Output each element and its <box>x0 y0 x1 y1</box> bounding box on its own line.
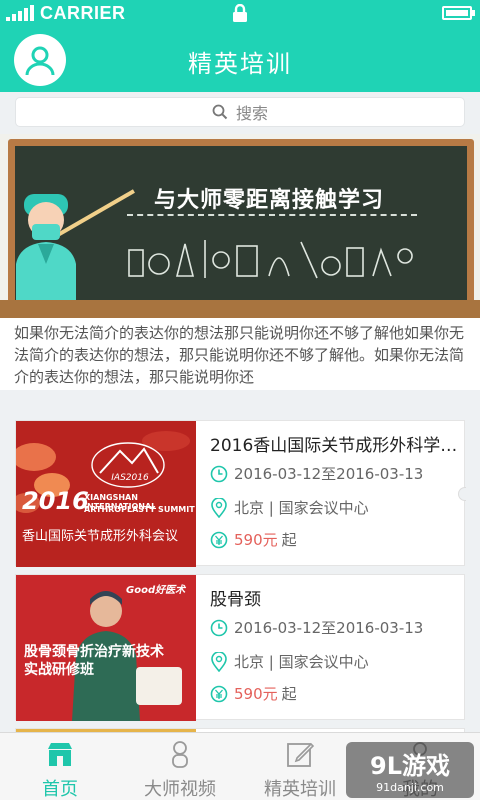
clock-icon <box>210 619 228 636</box>
thumb-badge: IAS2016 <box>111 473 149 483</box>
course-title: 2016香山国际关节成形外科学术研讨会 <box>210 436 460 456</box>
thumb-line2: 实战研修班 <box>24 662 94 678</box>
course-date-row: 2016-03-12至2016-03-13 <box>210 617 423 638</box>
intro-text: 如果你无法简介的表达你的想法那只能说明你还不够了解他如果你无法简介的表达你的想法… <box>0 318 480 390</box>
edit-icon <box>287 742 315 767</box>
course-title: 股骨颈 <box>210 590 261 610</box>
promo-banner[interactable]: 与大师零距离接触学习 <box>0 134 480 318</box>
thumb-chinese: 香山国际关节成形外科会议 <box>22 529 179 544</box>
course-date: 2016-03-12至2016-03-13 <box>234 619 424 637</box>
course-date-row: 2016-03-12至2016-03-13 <box>210 463 423 484</box>
course-price-row: 590元 起 <box>210 529 297 550</box>
site-watermark: 9L游戏 91danji.com <box>346 742 474 798</box>
person-icon <box>172 741 188 768</box>
watermark-brand: 9L游戏 <box>370 752 450 780</box>
course-thumbnail: Good好医术 股骨颈骨折治疗新技术 实战研修班 <box>16 575 196 721</box>
lab-tools-sketch <box>128 240 413 279</box>
course-location-row: 北京 | 国家会议中心 <box>210 651 369 672</box>
yen-icon <box>210 685 228 702</box>
banner-headline: 与大师零距离接触学习 <box>153 188 384 213</box>
lock-icon <box>233 4 247 22</box>
course-thumbnail: IAS2016 2016 XIANGSHAN INTERNATIONAL ART… <box>16 421 196 567</box>
doctor-illustration <box>16 194 76 316</box>
search-bar: 搜索 <box>0 92 480 134</box>
tab-elite-training[interactable]: 精英培训 <box>240 733 360 800</box>
tab-master-videos-label: 大师视频 <box>144 779 216 800</box>
course-date: 2016-03-12至2016-03-13 <box>234 465 424 483</box>
course-price-row: 590元 起 <box>210 683 297 704</box>
clock-icon <box>210 465 228 482</box>
search-icon <box>212 104 228 120</box>
course-location: 北京 | 国家会议中心 <box>234 499 369 517</box>
carrier-label: CARRIER <box>40 2 126 23</box>
app-header: 精英培训 <box>0 26 480 92</box>
tab-home[interactable]: 首页 <box>0 733 120 800</box>
tab-master-videos[interactable]: 大师视频 <box>120 733 240 800</box>
course-card[interactable]: Good好医术 股骨颈骨折治疗新技术 实战研修班 股骨颈 2016-03-12至… <box>15 574 465 721</box>
location-pin-icon <box>211 651 227 672</box>
signal-icon <box>6 5 34 21</box>
page-title: 精英培训 <box>188 50 292 78</box>
battery-icon <box>442 6 475 20</box>
course-card[interactable]: IAS2016 2016 XIANGSHAN INTERNATIONAL ART… <box>15 420 466 567</box>
price-suffix: 起 <box>281 531 297 549</box>
home-icon <box>48 743 72 766</box>
tab-home-label: 首页 <box>42 779 78 800</box>
yen-icon <box>210 531 228 548</box>
status-bar: CARRIER <box>0 0 480 26</box>
card-notch <box>458 487 466 501</box>
thumb-line1: 股骨颈骨折治疗新技术 <box>24 644 164 660</box>
course-location-row: 北京 | 国家会议中心 <box>210 497 369 518</box>
watermark-site: 91danji.com <box>376 781 444 794</box>
chalk-line <box>127 214 417 216</box>
thumb-english-line2: ARTHROPLASTY SUMMIT <box>84 505 195 514</box>
course-price: 590元 <box>234 531 278 549</box>
price-suffix: 起 <box>281 685 297 703</box>
location-pin-icon <box>211 497 227 518</box>
thumb-year: 2016 <box>22 487 89 515</box>
search-input[interactable]: 搜索 <box>15 97 465 127</box>
search-placeholder: 搜索 <box>235 104 268 123</box>
course-location: 北京 | 国家会议中心 <box>234 653 369 671</box>
tab-elite-training-label: 精英培训 <box>264 779 336 800</box>
course-price: 590元 <box>234 685 278 703</box>
chalk-tray <box>0 300 480 318</box>
